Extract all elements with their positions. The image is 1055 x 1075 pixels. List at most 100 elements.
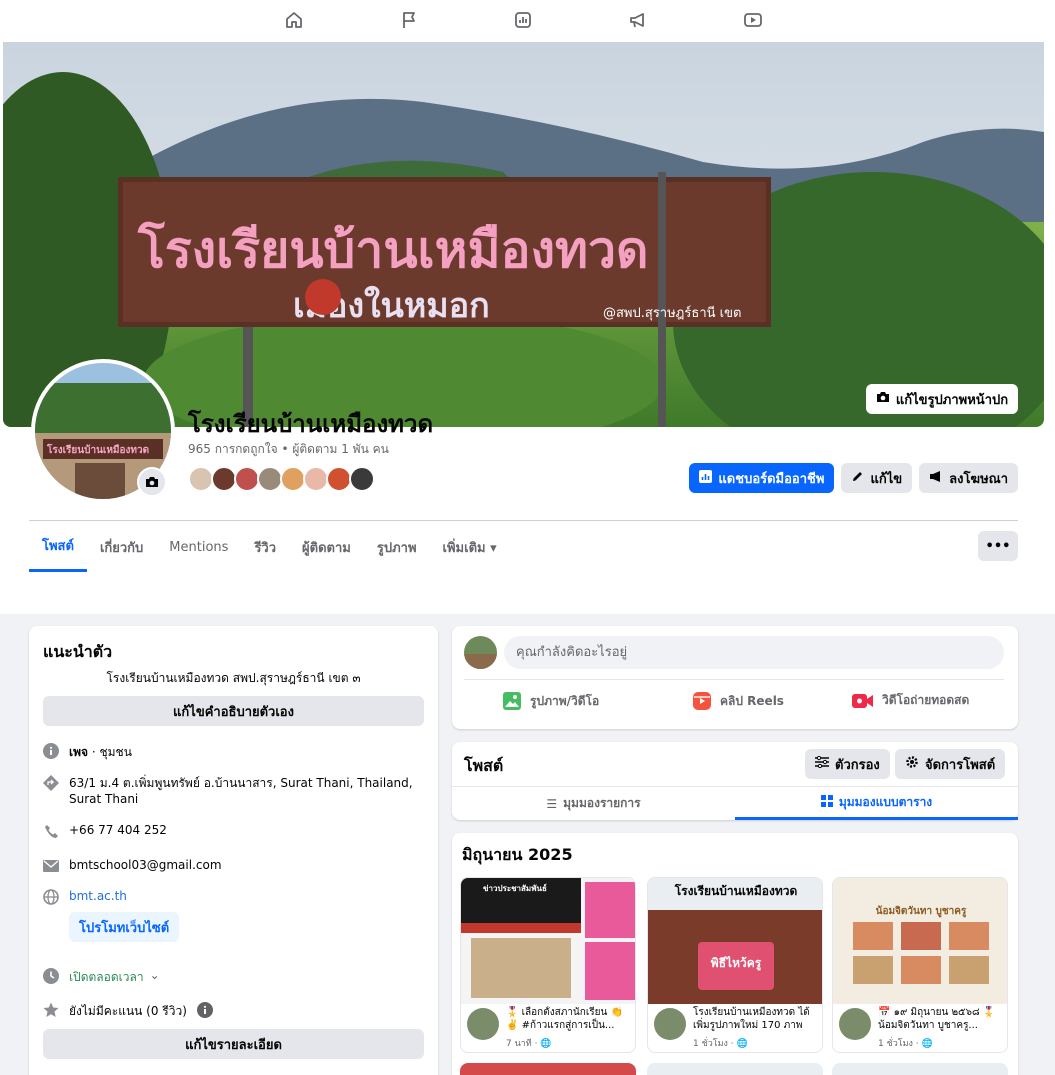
edit-bio-button[interactable]: แก้ไขคำอธิบายตัวเอง — [43, 696, 424, 726]
post-time: 1 ชั่วโมง · 🌐 — [878, 1039, 933, 1049]
photo-video-button[interactable]: รูปภาพ/วิดีโอ — [502, 691, 599, 711]
phone-row: +66 77 404 252 — [43, 823, 428, 839]
insights-icon[interactable] — [509, 6, 537, 34]
page-actions: แดชบอร์ดมืออาชีพ แก้ไข ลงโฆษณา — [689, 463, 1018, 493]
rating-row: ยังไม่มีคะแนน (0 รีวิว) — [43, 1002, 428, 1021]
hours-row: เปิดตลอดเวลา ⌄ — [43, 968, 428, 987]
page-stats[interactable]: 965 การกดถูกใจ • ผู้ติดตาม 1 พัน คน — [188, 440, 389, 459]
post-caption: โรงเรียนบ้านเหมืองทวด ได้เพิ่มรูปภาพใหม่… — [693, 1007, 810, 1031]
chevron-down-icon[interactable]: ⌄ — [150, 968, 160, 982]
info-icon — [43, 743, 59, 759]
profile-tabs: โพสต์ เกี่ยวกับ Mentions รีวิว ผู้ติดตาม… — [29, 522, 510, 572]
home-icon[interactable] — [280, 6, 308, 34]
intro-title: แนะนำตัว — [43, 642, 113, 661]
intro-card: แนะนำตัว โรงเรียนบ้านเหมืองทวด สพป.สุราษ… — [29, 626, 438, 1075]
manage-posts-label: จัดการโพสต์ — [925, 757, 996, 773]
tab-reviews[interactable]: รีวิว — [241, 522, 289, 572]
post-composer: คุณกำลังคิดอะไรอยู่ รูปภาพ/วิดีโอ คลิป R… — [452, 626, 1018, 729]
tab-about[interactable]: เกี่ยวกับ — [87, 522, 156, 572]
category-rest: · ชุมชน — [88, 745, 132, 759]
posts-grid: มิถุนายน 2025 ข่าวประชาสัมพันธ์ 🎖️ เลือก… — [452, 833, 1018, 1075]
post-avatar — [654, 1008, 686, 1040]
post-time: 1 ชั่วโมง · 🌐 — [693, 1039, 748, 1049]
email-text: bmtschool03@gmail.com — [69, 858, 222, 872]
flag-icon[interactable] — [395, 6, 423, 34]
post-caption: 📅 ๑๙ มิถุนายน ๒๕๖๘ 🎖️ น้อมจิตวันทา บูชาค… — [878, 1007, 996, 1031]
composer-avatar[interactable] — [464, 636, 497, 669]
grid-post[interactable] — [460, 1063, 636, 1075]
edit-page-button[interactable]: แก้ไข — [841, 463, 913, 493]
directions-icon — [43, 775, 59, 791]
tab-followers[interactable]: ผู้ติดตาม — [289, 522, 364, 572]
filter-button[interactable]: ตัวกรอง — [805, 749, 890, 779]
grid-post[interactable]: ข่าวประชาสัมพันธ์ 🎖️ เลือกตั้งสภานักเรีย… — [460, 877, 636, 1053]
dashboard-button[interactable]: แดชบอร์ดมืออาชีพ — [689, 463, 835, 493]
globe-icon — [43, 889, 59, 905]
megaphone-icon — [929, 470, 943, 487]
edit-cover-label: แก้ไขรูปภาพหน้าปก — [895, 392, 1009, 408]
post-image: ข่าวประชาสัมพันธ์ — [461, 878, 635, 1004]
reels-button[interactable]: คลิป Reels — [692, 691, 784, 711]
filter-label: ตัวกรอง — [835, 757, 880, 773]
post-image: น้อมจิตวันทา บูชาครู — [833, 878, 1007, 1004]
edit-details-button[interactable]: แก้ไขรายละเอียด — [43, 1029, 424, 1059]
live-video-button[interactable]: วิดีโอถ่ายทอดสด — [852, 691, 969, 710]
top-navigation — [0, 0, 1055, 42]
phone-text: +66 77 404 252 — [69, 823, 167, 837]
phone-icon — [43, 823, 59, 839]
video-icon[interactable] — [739, 6, 767, 34]
grid-post[interactable]: โรงเรียนบ้านเหมืองทวด พิธีไหว้ครู โรงเรี… — [647, 877, 823, 1053]
grid-post[interactable] — [647, 1063, 823, 1075]
avatar-camera-button[interactable] — [137, 467, 167, 497]
list-view-tab[interactable]: ☰ มุมมองรายการ — [452, 787, 735, 820]
grid-view-tab[interactable]: มุมมองแบบตาราง — [735, 787, 1018, 820]
reels-label: คลิป Reels — [720, 693, 784, 708]
grid-post[interactable]: น้อมจิตวันทา บูชาครู 📅 ๑๙ มิถุนายน ๒๕๖๘ … — [832, 877, 1008, 1053]
page-title: โรงเรียนบ้านเหมืองทวด — [188, 410, 434, 438]
avatar-sign: โรงเรียนบ้านเหมืองทวด — [46, 443, 149, 456]
cover-photo[interactable]: โรงเรียนบ้านเหมืองทวด เมืองในหมอก @สพป.ส… — [3, 42, 1044, 427]
post-avatar — [839, 1008, 871, 1040]
camera-icon — [146, 477, 158, 487]
cover-sign-line1: โรงเรียนบ้านเหมืองทวด — [137, 220, 649, 279]
hours-text[interactable]: เปิดตลอดเวลา — [69, 968, 144, 987]
list-icon: ☰ — [546, 796, 558, 811]
follower-avatars[interactable] — [188, 466, 388, 492]
star-icon — [43, 1002, 59, 1018]
composer-input[interactable]: คุณกำลังคิดอะไรอยู่ — [504, 636, 1004, 669]
tab-photos[interactable]: รูปภาพ — [364, 522, 430, 572]
tab-more[interactable]: เพิ่มเติม ▾ — [430, 522, 510, 572]
follower-avatar[interactable] — [349, 466, 375, 492]
address-row: 63/1 ม.4 ต.เพิ่มพูนทรัพย์ อ.บ้านนาสาร, S… — [43, 775, 428, 807]
grid-post[interactable] — [832, 1063, 1008, 1075]
category-row: เพจ · ชุมชน — [43, 743, 428, 762]
tab-mentions[interactable]: Mentions — [156, 522, 241, 572]
more-options-button[interactable]: ••• — [978, 531, 1018, 561]
pencil-icon — [851, 470, 864, 487]
dashboard-label: แดชบอร์ดมืออาชีพ — [718, 471, 825, 487]
website-row: bmt.ac.th — [43, 889, 428, 905]
tab-posts[interactable]: โพสต์ — [29, 522, 87, 572]
posts-header: โพสต์ ตัวกรอง จัดการโพสต์ ☰ มุมมองรายการ… — [452, 742, 1018, 820]
address-text: 63/1 ม.4 ต.เพิ่มพูนทรัพย์ อ.บ้านนาสาร, S… — [69, 776, 413, 806]
post-caption: 🎖️ เลือกตั้งสภานักเรียน 👏✌️ #ก้าวแรกสู่ก… — [506, 1007, 623, 1031]
promote-website-button[interactable]: โปรโมทเว็บไซต์ — [69, 912, 180, 942]
email-icon — [43, 858, 59, 874]
category-bold: เพจ — [69, 745, 89, 759]
grid-view-label: มุมมองแบบตาราง — [838, 794, 933, 809]
rating-text: ยังไม่มีคะแนน (0 รีวิว) — [69, 1004, 187, 1018]
camera-icon — [876, 390, 890, 408]
composer-divider — [464, 679, 1004, 680]
post-avatar — [467, 1008, 499, 1040]
megaphone-icon[interactable] — [624, 6, 652, 34]
manage-posts-button[interactable]: จัดการโพสต์ — [895, 749, 1006, 779]
edit-cover-button[interactable]: แก้ไขรูปภาพหน้าปก — [866, 384, 1018, 414]
advertise-button[interactable]: ลงโฆษณา — [919, 463, 1018, 493]
info-icon[interactable] — [196, 1002, 213, 1021]
post-image-title: โรงเรียนบ้านเหมืองทวด — [674, 884, 798, 898]
posts-title: โพสต์ — [464, 756, 504, 775]
post-image: โรงเรียนบ้านเหมืองทวด พิธีไหว้ครู — [648, 878, 822, 1004]
clock-icon — [43, 968, 59, 984]
photo-video-label: รูปภาพ/วิดีโอ — [530, 693, 600, 708]
website-link[interactable]: bmt.ac.th — [69, 889, 127, 903]
